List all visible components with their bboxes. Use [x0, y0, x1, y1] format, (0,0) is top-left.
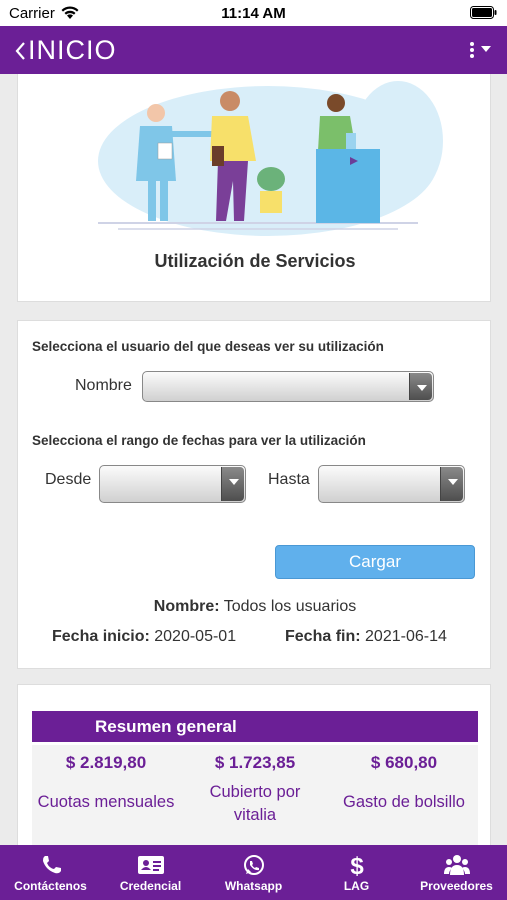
name-info-key: Nombre: — [153, 598, 220, 615]
hero-card: Utilización de Servicios — [17, 74, 491, 302]
app-header: INICIO — [0, 26, 507, 74]
nav-item-whatsapp[interactable]: Whatsapp — [203, 845, 304, 900]
id-card-icon — [137, 856, 164, 874]
end-date-key: Fecha fin: — [285, 628, 361, 645]
summary-value: $ 2.819,80 — [65, 753, 147, 772]
summary-item-covered: $ 1.723,85 Cubierto por vitalia — [181, 745, 329, 827]
nav-label: Credencial — [119, 879, 182, 893]
chevron-left-icon — [15, 41, 25, 60]
dropdown-arrow-icon — [221, 467, 244, 501]
date-prompt-label: Selecciona el rango de fechas para ver l… — [32, 433, 366, 448]
nav-label: Whatsapp — [224, 879, 283, 893]
end-date-value: 2021-06-14 — [365, 628, 447, 645]
section-title: Utilización de Servicios — [154, 251, 356, 271]
more-options-icon[interactable] — [465, 40, 495, 60]
bottom-nav: Contáctenos Credencial Whatsapp $ LAG Pr… — [0, 845, 507, 900]
dollar-icon: $ — [350, 853, 364, 877]
start-date-info: Fecha inicio: 2020-05-01 — [52, 628, 236, 646]
summary-label: Gasto de bolsillo — [343, 793, 465, 811]
start-date-key: Fecha inicio: — [52, 628, 150, 645]
nav-item-contact[interactable]: Contáctenos — [0, 845, 101, 900]
user-prompt-label: Selecciona el usuario del que deseas ver… — [32, 339, 384, 354]
page-title: INICIO — [28, 35, 117, 65]
selected-user-info: Nombre: Todos los usuarios — [18, 598, 492, 616]
name-label: Nombre — [75, 377, 132, 394]
nav-item-lag[interactable]: $ LAG — [306, 845, 407, 900]
summary-card: Resumen general $ 2.819,80 Cuotas mensua… — [17, 684, 491, 845]
to-label: Hasta — [268, 471, 310, 488]
summary-value: $ 680,80 — [370, 753, 438, 772]
name-select[interactable] — [142, 371, 434, 402]
health-services-illustration — [98, 81, 443, 236]
phone-icon — [42, 856, 61, 874]
load-button[interactable]: Cargar — [275, 545, 475, 579]
summary-item-out-of-pocket: $ 680,80 Gasto de bolsillo — [330, 745, 478, 814]
from-label: Desde — [45, 471, 92, 488]
status-bar: Carrier 11:14 AM — [0, 0, 507, 26]
end-date-info: Fecha fin: 2021-06-14 — [285, 628, 447, 646]
nav-label: LAG — [343, 879, 370, 893]
nav-label: Proveedores — [420, 879, 493, 893]
dropdown-arrow-icon — [409, 373, 432, 400]
nav-item-credential[interactable]: Credencial — [100, 845, 201, 900]
main-content[interactable]: Utilización de Servicios Selecciona el u… — [0, 74, 507, 845]
summary-header: Resumen general — [32, 711, 478, 742]
filter-card: Selecciona el usuario del que deseas ver… — [17, 320, 491, 669]
summary-value: $ 1.723,85 — [214, 753, 296, 772]
battery-icon — [470, 6, 497, 19]
from-date-select[interactable] — [99, 465, 246, 503]
summary-title: Resumen general — [95, 717, 237, 736]
whatsapp-icon — [243, 855, 264, 875]
nav-item-providers[interactable]: Proveedores — [406, 845, 507, 900]
svg-text:$: $ — [350, 853, 364, 877]
nav-label: Contáctenos — [14, 879, 87, 893]
name-info-value: Todos los usuarios — [223, 598, 357, 615]
back-button[interactable]: INICIO — [14, 35, 117, 66]
users-icon — [443, 855, 470, 875]
start-date-value: 2020-05-01 — [154, 628, 237, 645]
to-date-select[interactable] — [318, 465, 465, 503]
summary-item-monthly-fees: $ 2.819,80 Cuotas mensuales — [32, 745, 180, 814]
summary-body: $ 2.819,80 Cuotas mensuales $ 1.723,85 C… — [32, 745, 478, 845]
summary-label: Cuotas mensuales — [37, 793, 175, 811]
dropdown-arrow-icon — [440, 467, 463, 501]
summary-label: Cubierto por vitalia — [209, 783, 301, 824]
clock-label: 11:14 AM — [221, 5, 286, 22]
